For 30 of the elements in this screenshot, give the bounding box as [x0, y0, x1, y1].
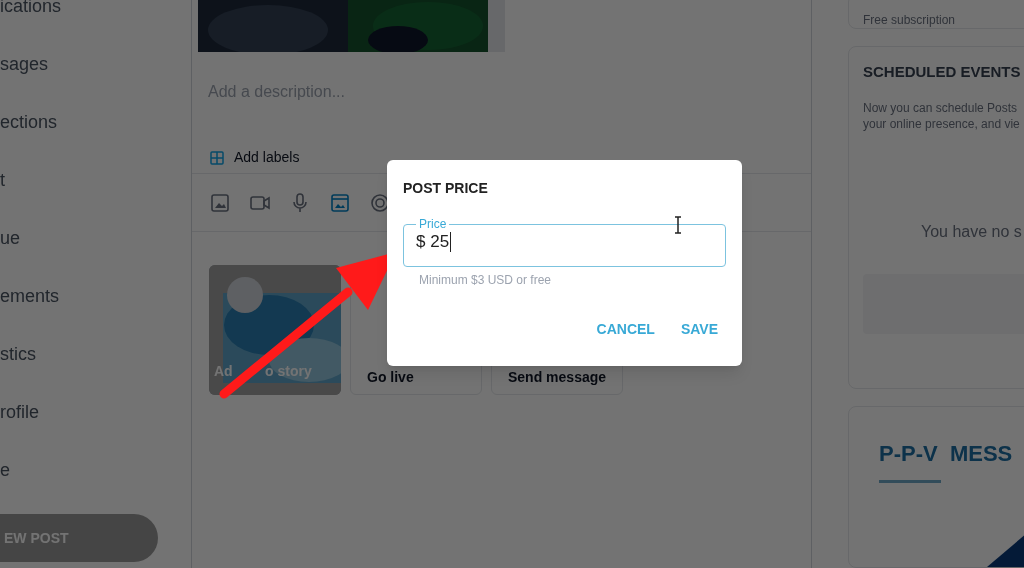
title-underline — [879, 480, 941, 483]
subscription-note: Free subscription — [863, 13, 956, 27]
dialog-button[interactable]: SAVE — [672, 315, 726, 344]
sidebar-item[interactable]: rofile — [0, 400, 39, 424]
microphone-icon[interactable] — [290, 192, 310, 213]
promo-title: P-P-V MESS — [879, 440, 1014, 468]
sidebar-item[interactable]: ue — [0, 226, 21, 250]
dialog-button[interactable]: CANCEL — [588, 315, 663, 344]
add-labels-link[interactable]: Add labels — [234, 147, 300, 168]
card-text: Now you can schedule Posts — [863, 99, 1019, 116]
gallery-icon[interactable] — [330, 192, 350, 213]
empty-note: You have no s — [921, 221, 1023, 242]
sidebar-item[interactable]: stics — [0, 342, 36, 366]
field-label: Price — [418, 216, 448, 233]
dialog-title: POST PRICE — [403, 179, 489, 198]
card-title: SCHEDULED EVENTS — [863, 62, 1022, 82]
field-value: $ 25 — [416, 231, 450, 254]
labels-icon — [210, 150, 224, 165]
sidebar-item[interactable]: ements — [0, 284, 60, 308]
sidebar-item[interactable]: t — [0, 168, 5, 192]
text-cursor — [450, 232, 452, 252]
sidebar-item[interactable]: ections — [0, 110, 58, 134]
circle-icon[interactable] — [370, 192, 390, 213]
image-icon[interactable] — [210, 192, 230, 213]
sidebar-item[interactable]: sages — [0, 52, 49, 76]
card-text: your online presence, and vie — [863, 115, 1021, 132]
card-label: Ad — [214, 362, 233, 381]
helper-text: Minimum $3 USD or free — [419, 272, 553, 289]
sidebar-item[interactable]: e — [0, 458, 10, 482]
text-cursor-icon — [673, 216, 683, 234]
